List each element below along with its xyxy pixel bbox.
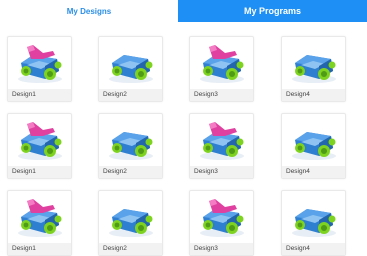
design-card-label: Design2: [99, 243, 162, 255]
tab-my-designs[interactable]: My Designs: [0, 0, 178, 22]
design-card[interactable]: Design2: [98, 190, 163, 256]
pink-arm-robot-icon: [190, 191, 253, 243]
design-card[interactable]: Design1: [7, 113, 72, 179]
design-card[interactable]: Design2: [98, 113, 163, 179]
blue-robot-icon: [99, 37, 162, 89]
blue-robot-icon: [99, 191, 162, 243]
pink-arm-robot-icon: [8, 37, 71, 89]
design-card-label: Design3: [190, 89, 253, 101]
pink-arm-robot-icon: [8, 114, 71, 166]
tab-bar: My Designs My Programs: [0, 0, 367, 22]
pink-arm-robot-icon: [8, 191, 71, 243]
blue-robot-icon: [282, 191, 345, 243]
design-card[interactable]: Design3: [189, 36, 254, 102]
design-card[interactable]: Design1: [7, 36, 72, 102]
design-card-label: Design4: [282, 243, 345, 255]
pink-arm-robot-icon: [190, 114, 253, 166]
design-card-label: Design3: [190, 243, 253, 255]
design-card[interactable]: Design1: [7, 190, 72, 256]
design-card-label: Design4: [282, 166, 345, 178]
design-card-label: Design1: [8, 243, 71, 255]
design-card-label: Design3: [190, 166, 253, 178]
blue-robot-icon: [282, 37, 345, 89]
blue-robot-icon: [282, 114, 345, 166]
tab-my-programs[interactable]: My Programs: [178, 0, 367, 22]
design-card-label: Design2: [99, 89, 162, 101]
design-card[interactable]: Design2: [98, 36, 163, 102]
design-card-label: Design2: [99, 166, 162, 178]
design-card[interactable]: Design4: [281, 113, 346, 179]
design-card-label: Design1: [8, 166, 71, 178]
design-card-label: Design1: [8, 89, 71, 101]
design-card[interactable]: Design4: [281, 36, 346, 102]
design-card[interactable]: Design4: [281, 190, 346, 256]
pink-arm-robot-icon: [190, 37, 253, 89]
design-card-label: Design4: [282, 89, 345, 101]
blue-robot-icon: [99, 114, 162, 166]
design-card[interactable]: Design3: [189, 190, 254, 256]
design-card[interactable]: Design3: [189, 113, 254, 179]
